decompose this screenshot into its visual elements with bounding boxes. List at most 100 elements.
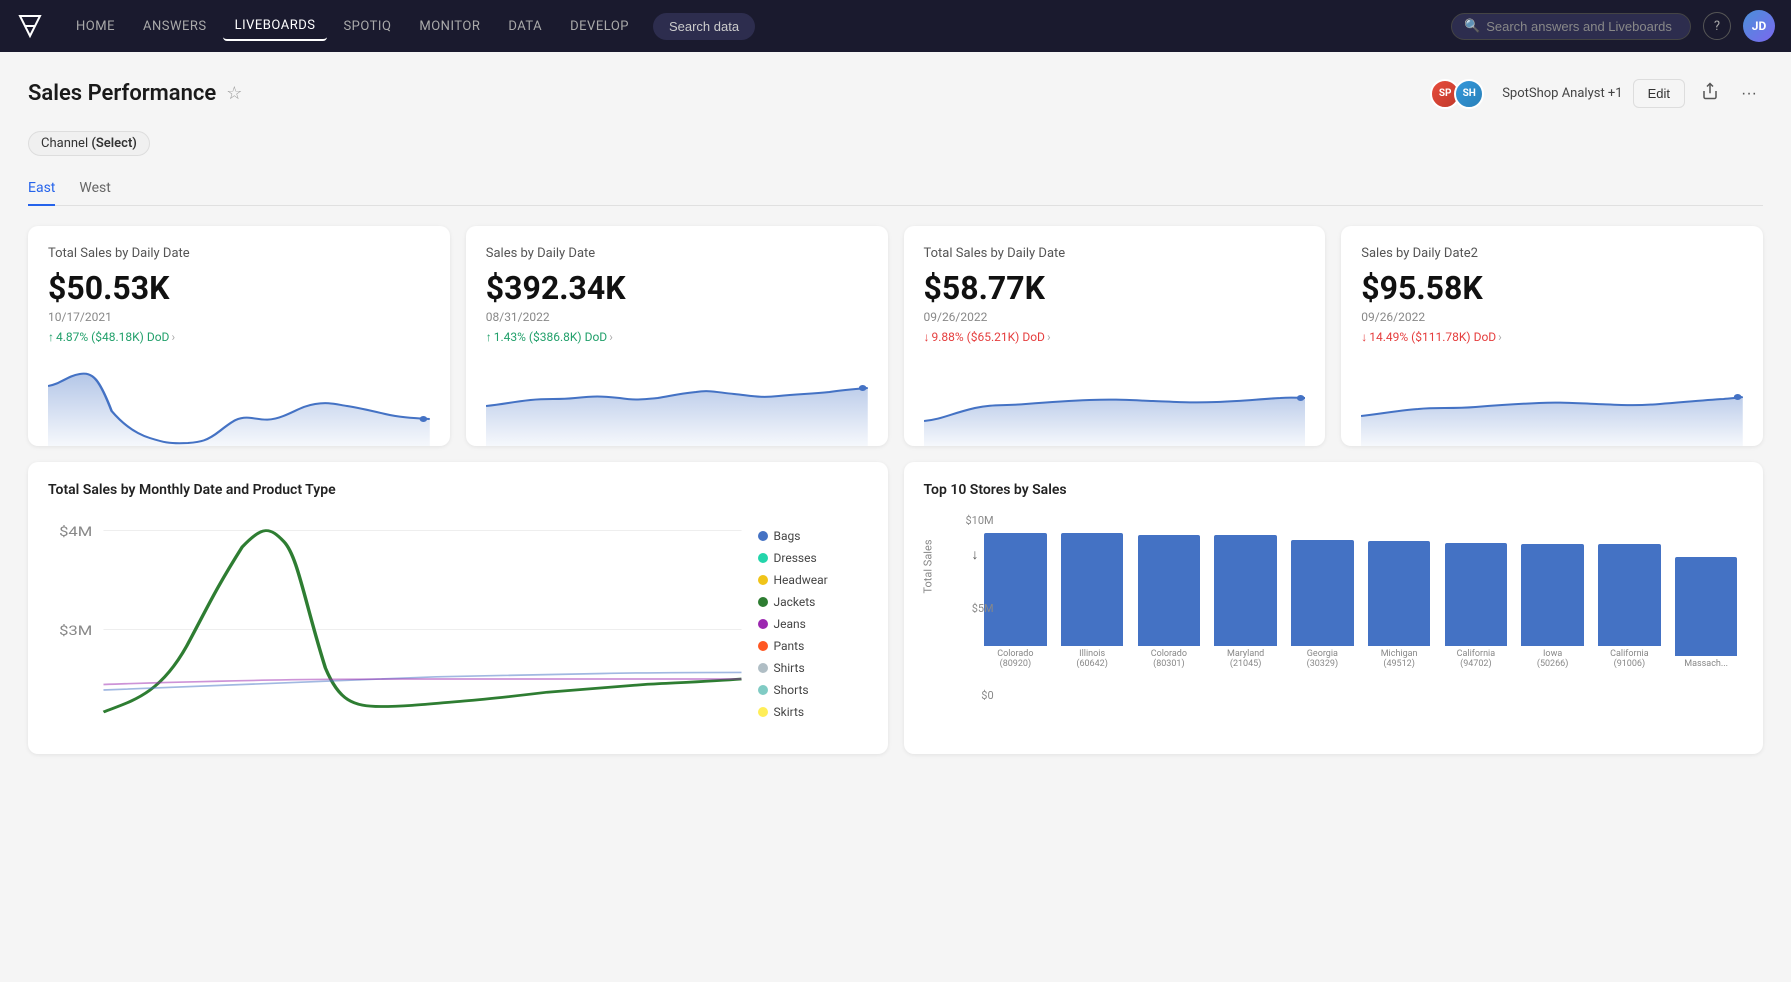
bar-chart-card: Top 10 Stores by Sales Total Sales $10M …: [904, 462, 1764, 754]
more-options-button[interactable]: ···: [1735, 79, 1763, 109]
kpi-label-1: Total Sales by Daily Date: [48, 246, 430, 261]
kpi-date-3: 09/26/2022: [924, 310, 1306, 324]
nav-spotiq[interactable]: SPOTIQ: [331, 13, 403, 40]
legend-dresses: Dresses: [758, 551, 868, 565]
svg-text:$4M: $4M: [59, 524, 92, 540]
bar-chart-title: Top 10 Stores by Sales: [924, 482, 1744, 498]
svg-text:$3M: $3M: [59, 623, 92, 639]
channel-filter[interactable]: Channel (Select): [28, 131, 150, 156]
line-chart-area: $4M $3M: [48, 514, 742, 734]
bar-2[interactable]: [1061, 533, 1124, 645]
legend-label-skirts: Skirts: [774, 705, 805, 719]
bar-label-10: Massach...: [1684, 659, 1728, 670]
filter-label: Channel: [41, 136, 88, 151]
nav-develop[interactable]: DEVELOP: [558, 13, 641, 40]
analyst-avatar-2: SH: [1454, 79, 1484, 109]
search-icon: 🔍: [1464, 19, 1480, 34]
legend-dot-headwear: [758, 575, 768, 585]
kpi-value-3: $58.77K: [924, 271, 1306, 306]
bar-10[interactable]: [1675, 557, 1738, 657]
kpi-chevron-1[interactable]: ›: [171, 330, 175, 344]
kpi-label-4: Sales by Daily Date2: [1361, 246, 1743, 261]
bar-group-6: Michigan(49512): [1362, 514, 1436, 670]
page-header: Sales Performance ☆ SP SH SpotShop Analy…: [28, 76, 1763, 111]
kpi-card-4: Sales by Daily Date2 $95.58K 09/26/2022 …: [1341, 226, 1763, 446]
legend-label-shirts: Shirts: [774, 661, 805, 675]
main-content: Sales Performance ☆ SP SH SpotShop Analy…: [0, 52, 1791, 778]
bar-group-3: Colorado(80301): [1132, 514, 1206, 670]
bar-3[interactable]: [1138, 535, 1201, 646]
bar-label-4: Maryland(21045): [1227, 649, 1264, 671]
bar-group-9: California(91006): [1593, 514, 1667, 670]
kpi-chevron-2[interactable]: ›: [609, 330, 613, 344]
bar-label-2: Illinois(60642): [1076, 649, 1108, 671]
search-box[interactable]: 🔍: [1451, 13, 1691, 40]
legend-label-jeans: Jeans: [774, 617, 806, 631]
legend-dot-pants: [758, 641, 768, 651]
kpi-card-2: Sales by Daily Date $392.34K 08/31/2022 …: [466, 226, 888, 446]
legend-label-dresses: Dresses: [774, 551, 817, 565]
navbar: HOME ANSWERS LIVEBOARDS SPOTIQ MONITOR D…: [0, 0, 1791, 52]
bar-group-4: Maryland(21045): [1209, 514, 1283, 670]
bar-7[interactable]: [1445, 543, 1508, 646]
kpi-chevron-4[interactable]: ›: [1498, 330, 1502, 344]
nav-data[interactable]: DATA: [496, 13, 554, 40]
kpi-change-text-3: 9.88% ($65.21K) DoD: [932, 330, 1045, 344]
legend-bags: Bags: [758, 529, 868, 543]
legend-label-headwear: Headwear: [774, 573, 828, 587]
bar-8[interactable]: [1521, 544, 1584, 645]
avatar[interactable]: JD: [1743, 10, 1775, 42]
favorite-icon[interactable]: ☆: [226, 83, 242, 104]
kpi-change-text-1: 4.87% ($48.18K) DoD: [56, 330, 169, 344]
kpi-date-1: 10/17/2021: [48, 310, 430, 324]
bars-container: Colorado(80920) Illinois(60642) Colorado…: [979, 514, 1744, 670]
tab-east[interactable]: East: [28, 172, 55, 206]
nav-logo[interactable]: [16, 12, 44, 40]
legend-dot-jeans: [758, 619, 768, 629]
line-chart-card: Total Sales by Monthly Date and Product …: [28, 462, 888, 754]
nav-liveboards[interactable]: LIVEBOARDS: [223, 12, 328, 41]
legend-shorts: Shorts: [758, 683, 868, 697]
legend-label-shorts: Shorts: [774, 683, 809, 697]
kpi-value-4: $95.58K: [1361, 271, 1743, 306]
line-chart-inner: $4M $3M Bags: [48, 514, 868, 734]
share-button[interactable]: [1695, 76, 1725, 111]
analyst-label: SpotShop Analyst +1: [1502, 86, 1622, 101]
kpi-chart-3: [924, 356, 1306, 446]
kpi-date-2: 08/31/2022: [486, 310, 868, 324]
kpi-cards-row: Total Sales by Daily Date $50.53K 10/17/…: [28, 226, 1763, 446]
title-area: Sales Performance ☆: [28, 81, 242, 106]
filter-value: (Select): [91, 136, 137, 151]
legend-pants: Pants: [758, 639, 868, 653]
legend-dot-dresses: [758, 553, 768, 563]
bar-group-5: Georgia(30329): [1286, 514, 1360, 670]
kpi-change-1: ↑ 4.87% ($48.18K) DoD ›: [48, 330, 430, 344]
y-axis-labels: $10M $5M $0: [966, 514, 994, 702]
legend-dot-bags: [758, 531, 768, 541]
edit-button[interactable]: Edit: [1633, 79, 1685, 108]
bar-group-2: Illinois(60642): [1055, 514, 1129, 670]
y-label-10m: $10M: [966, 514, 994, 527]
search-input[interactable]: [1486, 19, 1678, 34]
nav-monitor[interactable]: MONITOR: [407, 13, 492, 40]
kpi-change-text-2: 1.43% ($386.8K) DoD: [494, 330, 607, 344]
tab-west[interactable]: West: [79, 172, 110, 206]
avatar-stack: SP SH: [1430, 79, 1484, 109]
search-data-button[interactable]: Search data: [653, 13, 755, 40]
bar-4[interactable]: [1214, 535, 1277, 646]
bar-label-3: Colorado(80301): [1151, 649, 1187, 671]
kpi-chevron-3[interactable]: ›: [1047, 330, 1051, 344]
help-button[interactable]: ?: [1703, 12, 1731, 40]
nav-answers[interactable]: ANSWERS: [131, 13, 219, 40]
kpi-arrow-2: ↑: [486, 330, 492, 344]
legend-jeans: Jeans: [758, 617, 868, 631]
bar-chart-container: Total Sales $10M $5M $0 Colorado(80920) …: [924, 514, 1744, 734]
bar-9[interactable]: [1598, 544, 1661, 645]
nav-home[interactable]: HOME: [64, 13, 127, 40]
legend-headwear: Headwear: [758, 573, 868, 587]
kpi-card-1: Total Sales by Daily Date $50.53K 10/17/…: [28, 226, 450, 446]
bar-6[interactable]: [1368, 541, 1431, 646]
bar-5[interactable]: [1291, 540, 1354, 646]
kpi-change-4: ↓ 14.49% ($111.78K) DoD ›: [1361, 330, 1743, 344]
bar-group-10: Massach...: [1669, 514, 1743, 670]
